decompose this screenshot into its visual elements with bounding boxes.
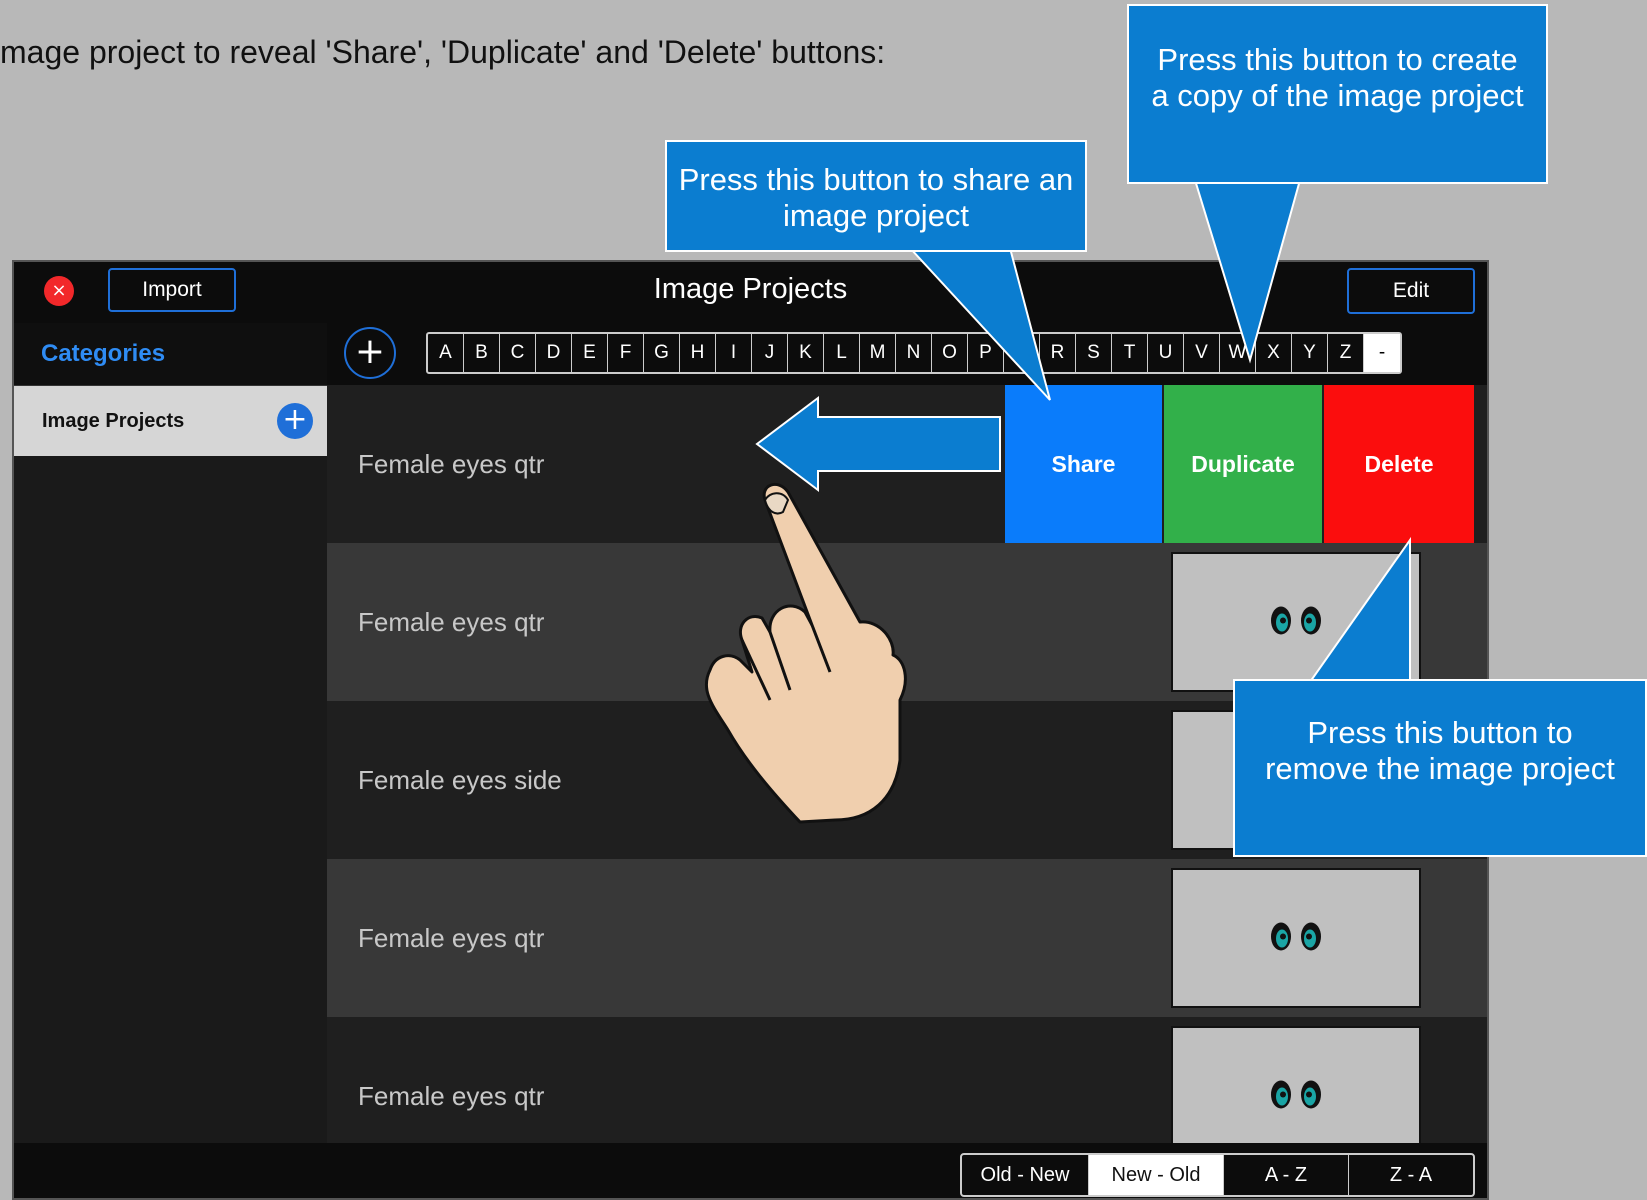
add-category-icon[interactable]: + [277, 403, 313, 439]
alphabet-letter[interactable]: N [896, 334, 932, 372]
alphabet-letter[interactable]: X [1256, 334, 1292, 372]
instruction-text: mage project to reveal 'Share', 'Duplica… [0, 34, 886, 70]
alphabet-letter[interactable]: T [1112, 334, 1148, 372]
alphabet-letter[interactable]: B [464, 334, 500, 372]
alphabet-letter[interactable]: P [968, 334, 1004, 372]
list-item[interactable]: Female eyes qtr [327, 859, 1487, 1017]
alphabet-letter[interactable]: - [1364, 334, 1400, 372]
footer-bar: Old - New New - Old A - ZZ - A [14, 1143, 1487, 1198]
sort-option[interactable]: A - Z [1224, 1155, 1349, 1195]
alphabet-letter[interactable]: W [1220, 334, 1256, 372]
alphabet-letter[interactable]: Y [1292, 334, 1328, 372]
project-name: Female eyes qtr [358, 1081, 545, 1111]
list-item[interactable]: Female eyes qtr [327, 543, 1487, 701]
alphabet-letter[interactable]: Q [1004, 334, 1040, 372]
alphabet-letter[interactable]: R [1040, 334, 1076, 372]
sort-option[interactable]: Z - A [1349, 1155, 1473, 1195]
alphabet-letter[interactable]: G [644, 334, 680, 372]
delete-button[interactable]: Delete [1324, 385, 1474, 543]
share-callout-text: Press this button to share an image proj… [678, 162, 1074, 233]
project-name: Female eyes side [358, 765, 562, 795]
project-name: Female eyes qtr [358, 607, 545, 637]
project-name: Female eyes qtr [358, 449, 545, 479]
alphabet-letter[interactable]: O [932, 334, 968, 372]
sort-option[interactable]: New - Old [1089, 1155, 1224, 1195]
sidebar: Categories Image Projects + [14, 323, 328, 1143]
share-callout: Press this button to share an image proj… [665, 140, 1087, 252]
alphabet-letter[interactable]: E [572, 334, 608, 372]
list-item[interactable]: Female eyes qtr [327, 1017, 1487, 1143]
alphabet-letter[interactable]: K [788, 334, 824, 372]
categories-header: Categories [14, 323, 327, 386]
alphabet-letter[interactable]: F [608, 334, 644, 372]
sidebar-item-label: Image Projects [42, 410, 185, 432]
add-project-icon[interactable]: + [344, 327, 396, 379]
alphabet-letter[interactable]: U [1148, 334, 1184, 372]
project-name: Female eyes qtr [358, 923, 545, 953]
alphabet-letter[interactable]: V [1184, 334, 1220, 372]
delete-callout-text: Press this button to remove the image pr… [1265, 715, 1615, 786]
alphabet-letter[interactable]: L [824, 334, 860, 372]
alphabet-letter[interactable]: C [500, 334, 536, 372]
page-title: Image Projects [653, 273, 848, 305]
alphabet-letter[interactable]: J [752, 334, 788, 372]
alphabet-letter[interactable]: I [716, 334, 752, 372]
alphabet-letter[interactable]: M [860, 334, 896, 372]
alphabet-letter[interactable]: A [428, 334, 464, 372]
sidebar-item-image-projects[interactable]: Image Projects + [14, 386, 327, 456]
alphabet-bar: + ABCDEFGHIJKLMNOPQRSTUVWXYZ- [327, 323, 1487, 386]
eyes-icon [1264, 1074, 1328, 1119]
duplicate-callout-text: Press this button to create a copy of th… [1151, 42, 1524, 113]
alphabet-letter[interactable]: H [680, 334, 716, 372]
list-item[interactable]: Female eyes qtr Share Duplicate Delete [327, 385, 1487, 543]
edit-button[interactable]: Edit [1347, 268, 1475, 314]
alphabet-index: ABCDEFGHIJKLMNOPQRSTUVWXYZ- [426, 332, 1402, 374]
top-bar: × Import Image Projects Edit [14, 262, 1487, 324]
duplicate-callout: Press this button to create a copy of th… [1127, 4, 1548, 184]
project-thumbnail [1171, 868, 1421, 1008]
sort-option[interactable]: Old - New [962, 1155, 1089, 1195]
delete-callout: Press this button to remove the image pr… [1233, 679, 1647, 857]
sort-segmented-control: Old - New New - Old A - ZZ - A [960, 1153, 1475, 1197]
alphabet-letter[interactable]: S [1076, 334, 1112, 372]
project-thumbnail [1171, 1026, 1421, 1143]
duplicate-button[interactable]: Duplicate [1164, 385, 1322, 543]
alphabet-letter[interactable]: Z [1328, 334, 1364, 372]
share-button[interactable]: Share [1005, 385, 1162, 543]
alphabet-letter[interactable]: D [536, 334, 572, 372]
project-thumbnail [1171, 552, 1421, 692]
eyes-icon [1264, 916, 1328, 961]
eyes-icon [1264, 600, 1328, 645]
